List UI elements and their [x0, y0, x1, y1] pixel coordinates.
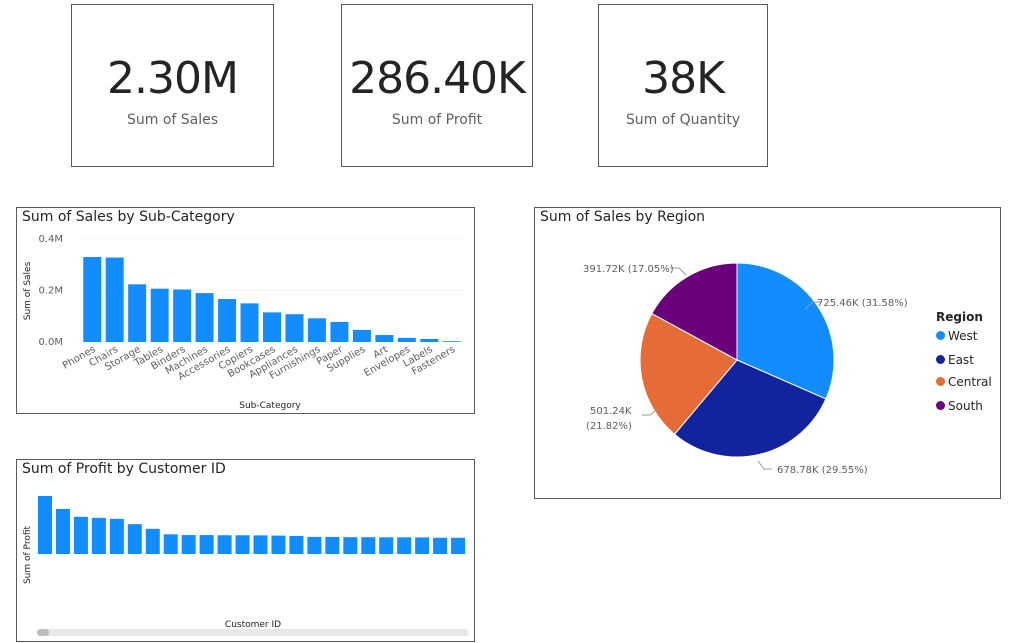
profit-bar[interactable] [397, 537, 412, 554]
sales-by-subcategory-panel[interactable]: Sum of Sales by Sub-Category 0.0M 0.2M 0.4… [16, 207, 475, 414]
legend-label-west: West [948, 329, 978, 343]
legend-label-east: East [948, 353, 974, 367]
y-tick-label: 0.0M [38, 337, 63, 348]
bar-accessories[interactable] [218, 298, 237, 342]
legend-item-central[interactable]: Central [936, 375, 992, 389]
sales-by-region-chart: 725.46K (31.58%) 678.78K (29.55%) 501.24… [583, 262, 908, 476]
profit-bar[interactable] [145, 528, 160, 554]
profit-bar[interactable] [289, 535, 304, 554]
profit-by-customer-panel[interactable]: Sum of Profit by Customer ID Sum of Prof… [16, 459, 475, 642]
scrollbar-thumb[interactable] [37, 629, 49, 636]
bar-fasteners[interactable] [442, 341, 461, 342]
legend-dot-central [936, 377, 945, 386]
leader-line [757, 460, 772, 470]
sales-by-subcategory-chart: 0.0M0.2M0.4M PhonesChairsStorageTablesBi… [23, 234, 463, 411]
kpi-sales-value: 2.30M [107, 53, 239, 104]
profit-bar[interactable] [163, 534, 178, 554]
profit-bar[interactable] [343, 537, 358, 554]
bar-appliances[interactable] [285, 314, 304, 342]
bar-phones[interactable] [83, 257, 102, 342]
pie-label-west: 725.46K (31.58%) [817, 298, 908, 309]
profit-bar[interactable] [235, 535, 250, 554]
pie-label-south: 391.72K (17.05%) [583, 264, 674, 275]
profit-bar[interactable] [271, 535, 286, 554]
profit-bar[interactable] [109, 518, 124, 554]
bar-supplies[interactable] [352, 329, 371, 342]
legend-label-central: Central [948, 375, 992, 389]
bar-bookcases[interactable] [263, 312, 281, 342]
legend-dot-east [936, 355, 945, 364]
profit-bar[interactable] [181, 535, 196, 554]
bar-binders[interactable] [173, 289, 192, 342]
profit-bar[interactable] [325, 536, 340, 554]
legend-item-west[interactable]: West [936, 329, 978, 343]
profit-bar[interactable] [253, 535, 268, 554]
bar-furnishings[interactable] [307, 318, 326, 342]
kpi-card-quantity[interactable]: 38K Sum of Quantity [598, 4, 768, 167]
bar-tables[interactable] [150, 288, 169, 342]
profit-bar[interactable] [55, 508, 70, 554]
profit-bar[interactable] [91, 517, 106, 554]
pie-label-central-percent: (21.82%) [586, 421, 632, 432]
bar-labels[interactable] [420, 338, 439, 342]
bar-envelopes[interactable] [397, 337, 416, 342]
profit-bar[interactable] [379, 537, 394, 554]
bar-machines[interactable] [195, 293, 214, 342]
profit-bar[interactable] [199, 535, 214, 554]
kpi-card-profit[interactable]: 286.40K Sum of Profit [341, 4, 533, 167]
bar-paper[interactable] [330, 321, 349, 342]
sales-by-subcategory-ylabel: Sum of Sales [23, 261, 33, 320]
profit-bar[interactable] [433, 537, 448, 554]
legend-dot-south [936, 401, 945, 410]
kpi-quantity-value: 38K [642, 53, 725, 104]
legend-title: Region [936, 310, 983, 324]
kpi-profit-label: Sum of Profit [391, 112, 483, 128]
horizontal-scrollbar[interactable] [37, 629, 469, 636]
legend-item-south[interactable]: South [936, 399, 983, 413]
profit-by-customer-ylabel: Sum of Profit [23, 526, 33, 585]
kpi-profit-value: 286.40K [349, 53, 526, 104]
y-tick-label: 0.2M [38, 286, 63, 297]
profit-bar[interactable] [415, 537, 430, 554]
bar-storage[interactable] [128, 284, 147, 342]
sales-by-subcategory-xlabel: Sub-Category [239, 401, 301, 411]
pie-label-central-value: 501.24K [590, 406, 632, 417]
legend-dot-west [936, 331, 945, 340]
profit-bar[interactable] [307, 536, 322, 554]
kpi-card-sales[interactable]: 2.30M Sum of Sales [71, 4, 274, 167]
bar-chairs[interactable] [105, 257, 124, 342]
profit-bar[interactable] [127, 524, 142, 554]
profit-bar[interactable] [38, 496, 53, 554]
profit-bar[interactable] [73, 516, 88, 554]
pie-label-east: 678.78K (29.55%) [777, 465, 868, 476]
profit-bar[interactable] [451, 537, 466, 554]
bar-copiers[interactable] [240, 303, 259, 342]
legend-label-south: South [948, 399, 983, 413]
y-tick-label: 0.4M [38, 234, 63, 245]
profit-bar[interactable] [361, 537, 376, 554]
profit-by-customer-chart: Sum of Profit Customer ID [23, 496, 466, 630]
kpi-sales-label: Sum of Sales [126, 112, 219, 128]
sales-by-region-panel[interactable]: Sum of Sales by Region 725.46K (31.58%) … [534, 207, 1001, 499]
bar-art[interactable] [375, 335, 394, 342]
legend-item-east[interactable]: East [936, 353, 974, 367]
profit-bar[interactable] [217, 535, 232, 554]
kpi-quantity-label: Sum of Quantity [625, 112, 741, 128]
